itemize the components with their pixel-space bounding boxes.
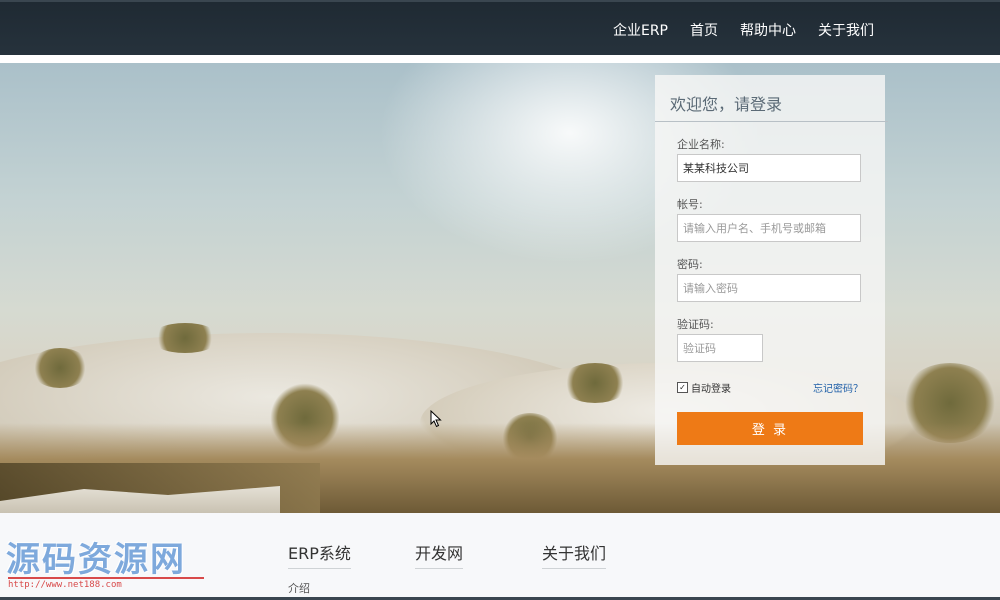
bush [150,323,220,353]
top-navigation-bar: 企业ERP 首页 帮助中心 关于我们 [0,0,1000,55]
nav-separator [0,55,1000,63]
login-button[interactable]: 登 录 [677,412,863,445]
nav-menu: 企业ERP 首页 帮助中心 关于我们 [591,2,874,57]
login-options-row: ✓ 自动登录 忘记密码？ [677,380,863,395]
watermark-url: http://www.net188.com [8,580,122,590]
bush [30,348,90,388]
auto-login-option[interactable]: ✓ 自动登录 [677,380,731,395]
login-title: 欢迎您，请登录 [655,75,888,122]
captcha-label: 验证码: [677,318,714,331]
watermark-underline [8,577,204,579]
account-input[interactable]: 请输入用户名、手机号或邮箱 [677,214,861,242]
password-input[interactable]: 请输入密码 [677,274,861,302]
watermark-logo-text: 源码资源网 [6,540,186,580]
nav-item-enterprise-erp[interactable]: 企业ERP [613,20,668,40]
mouse-pointer-icon [430,410,442,428]
auto-login-label: 自动登录 [691,384,731,395]
captcha-input[interactable]: 验证码 [677,334,763,362]
login-panel: 欢迎您，请登录 企业名称: 某某科技公司 帐号: 请输入用户名、手机号或邮箱 密… [655,75,888,465]
footer-heading-erp[interactable]: ERP系统 [288,540,351,569]
auto-login-checkbox[interactable]: ✓ [677,382,688,393]
footer-heading-dev[interactable]: 开发网 [415,540,464,569]
account-label: 帐号: [677,198,703,211]
password-label: 密码: [677,258,703,271]
company-name-input[interactable]: 某某科技公司 [677,154,861,182]
footer-heading-about[interactable]: 关于我们 [542,540,607,569]
nav-item-home[interactable]: 首页 [690,20,718,40]
bush [560,363,630,403]
nav-item-help-center[interactable]: 帮助中心 [740,20,796,40]
nav-item-about-us[interactable]: 关于我们 [818,20,874,40]
forgot-password-link[interactable]: 忘记密码？ [813,380,863,395]
footer-sub-intro[interactable]: 介绍 [288,580,310,596]
company-name-label: 企业名称: [677,138,725,151]
